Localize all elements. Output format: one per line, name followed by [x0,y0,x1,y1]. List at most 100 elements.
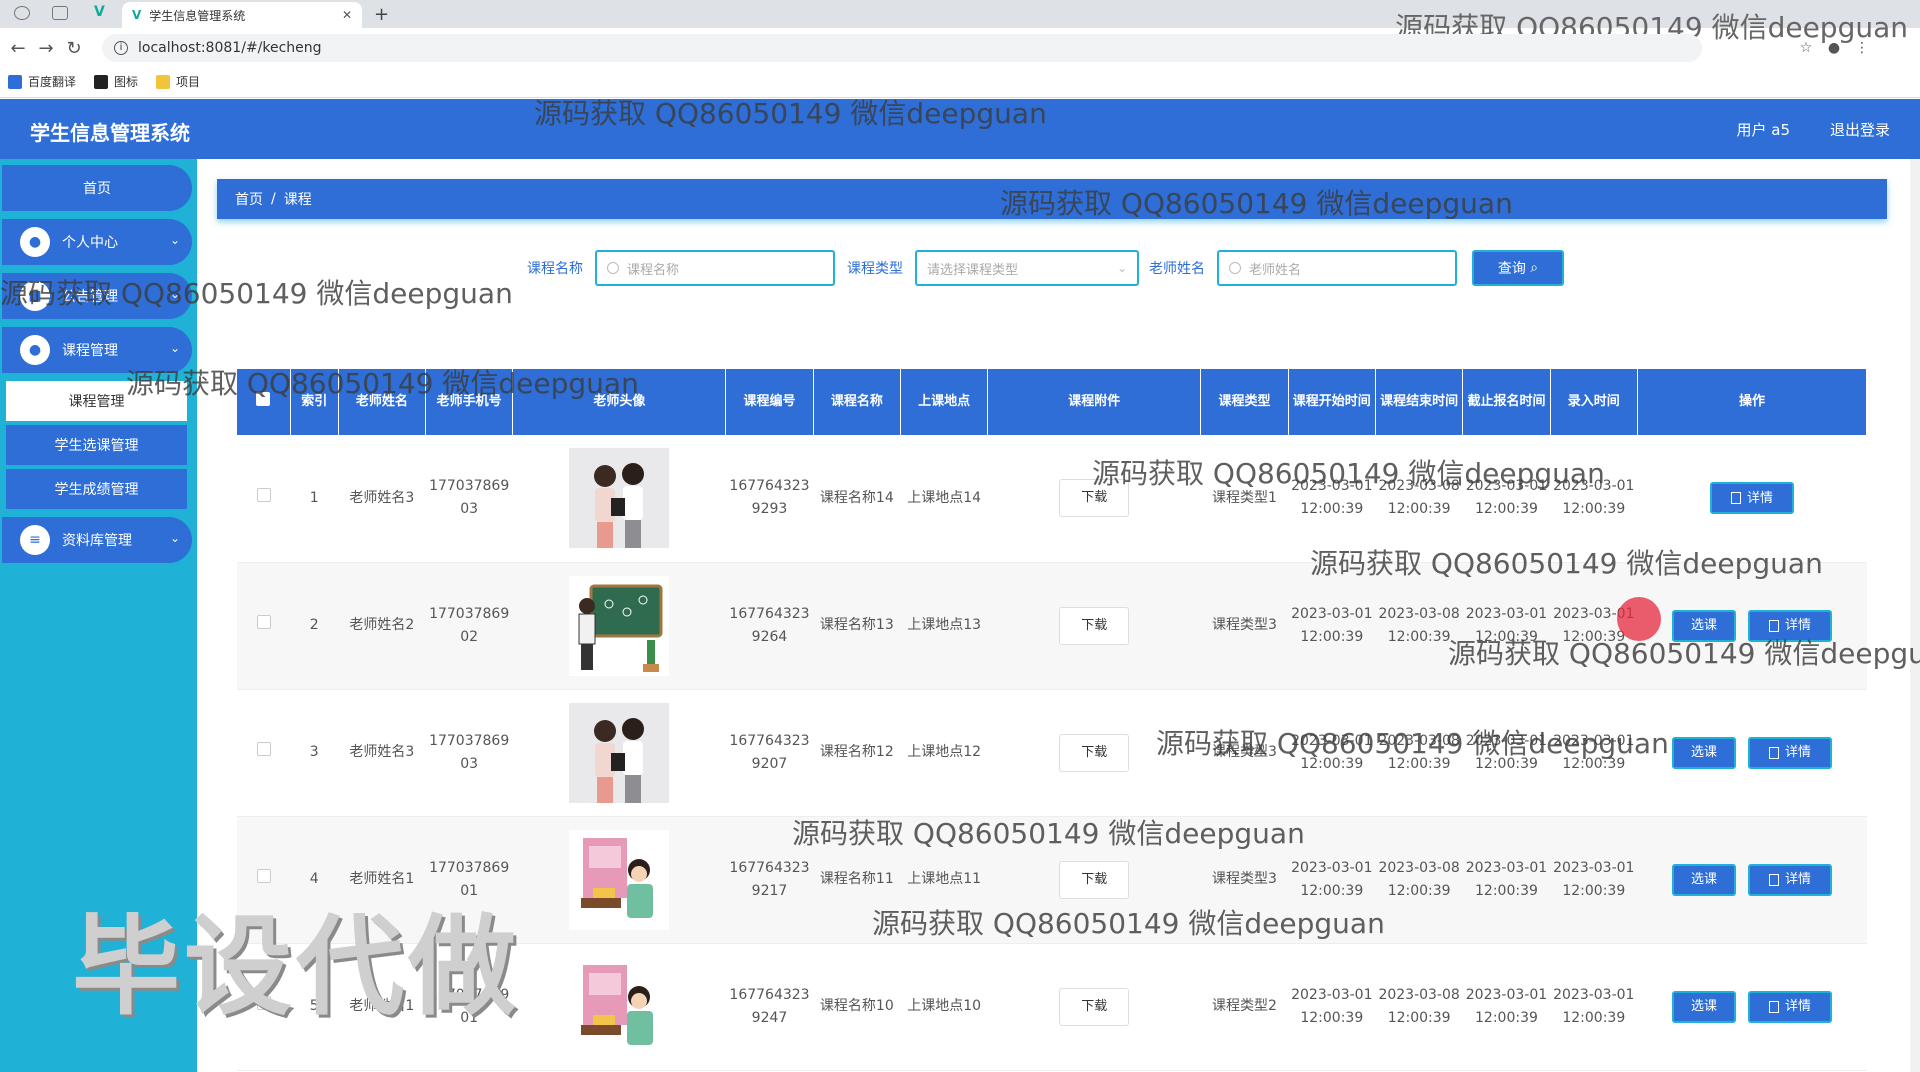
sidebar-item-personal[interactable]: ● 个人中心 ⌄ [2,219,192,265]
sidebar-item-course[interactable]: ● 课程管理 ⌄ [2,327,192,373]
search-icon [607,262,619,274]
course-type-select[interactable]: 请选择课程类型 ⌄ [915,250,1139,286]
sidebar-item-home[interactable]: 首页 [2,165,192,211]
bookmark-item[interactable]: 百度翻译 [8,73,76,90]
download-button[interactable]: 下载 [1059,860,1130,899]
detail-button[interactable]: 详情 [1747,736,1832,769]
cell-teacher-name: 老师姓名3 [338,435,426,563]
button-label: 详情 [1784,745,1811,760]
row-checkbox[interactable] [256,615,271,629]
row-select-cell [237,562,291,690]
column-header[interactable]: 课程类型 [1200,369,1289,435]
column-header[interactable]: 课程编号 [725,369,814,435]
cell-course-type: 课程类型1 [1200,435,1289,563]
button-label: 详情 [1784,999,1811,1014]
url-field[interactable]: i localhost:8081/#/kecheng [102,34,1702,62]
select-course-button[interactable]: 选课 [1671,863,1736,896]
cell-start-time: 2023-03-01 12:00:39 [1288,435,1376,563]
placeholder-text: 课程名称 [627,262,680,278]
table-row: 3 老师姓名3 17703786903 1677643239207 课程名称12 上课地点… [237,689,1867,817]
course-type-label: 课程类型 [847,261,903,277]
cell-course-name: 课程名称14 [813,435,901,563]
sidebar-item-resource[interactable]: ≡ 资料库管理 ⌄ [2,517,192,563]
profile-icon[interactable]: ● [1820,40,1848,56]
cell-operations: 选课 详情 [1637,816,1867,944]
bookmark-item[interactable]: 项目 [156,73,200,90]
download-button[interactable]: 下载 [1059,479,1130,518]
download-button[interactable]: 下载 [1059,606,1130,645]
row-checkbox[interactable] [256,742,271,756]
row-checkbox[interactable] [256,487,271,502]
cell-teacher-avatar [512,562,726,690]
button-label: 详情 [1784,872,1811,887]
select-course-button[interactable]: 选课 [1671,736,1736,769]
column-header[interactable]: 课程附件 [987,369,1202,435]
column-header[interactable]: 老师手机号 [425,369,514,435]
query-button[interactable]: 查询 ⌕ [1472,250,1564,286]
cell-start-time: 2023-03-01 12:00:39 [1288,689,1376,817]
star-bookmark-icon[interactable]: ☆ [1792,40,1820,56]
column-header[interactable]: 录入时间 [1550,369,1638,435]
cell-attachment: 下载 [987,943,1201,1071]
row-actions: 选课 详情 [1671,609,1832,642]
cell-course-code: 1677643239247 [725,943,814,1071]
button-label: 选课 [1690,745,1717,760]
column-header[interactable]: 索引 [290,369,339,435]
current-user[interactable]: 用户 a5 [1736,119,1790,140]
close-tab-icon[interactable]: ✕ [342,8,352,22]
browser-window-icon[interactable] [52,6,68,20]
back-arrow-icon[interactable]: ← [4,38,32,59]
scrollbar[interactable] [1910,159,1920,1072]
button-label: 选课 [1690,999,1717,1014]
detail-button[interactable]: 详情 [1747,990,1832,1023]
column-header[interactable]: 老师头像 [512,369,727,435]
logout-link[interactable]: 退出登录 [1830,119,1890,140]
new-tab-icon[interactable]: + [374,4,389,25]
site-info-icon[interactable]: i [114,41,128,55]
tab-favicon-icon: V [132,8,142,22]
column-header[interactable]: 课程名称 [813,369,901,435]
teacher-name-input[interactable]: 老师姓名 [1217,250,1457,286]
reload-icon[interactable]: ↻ [60,38,88,59]
column-header[interactable]: 老师姓名 [338,369,427,435]
cell-start-time: 2023-03-01 12:00:39 [1288,943,1376,1071]
breadcrumb-home[interactable]: 首页 [235,189,263,209]
sidebar-subitem-grades[interactable]: 学生成绩管理 [6,469,187,509]
course-name-input[interactable]: 课程名称 [595,250,835,286]
sidebar-item-label: 公告管理 [62,289,118,305]
cell-course-name: 课程名称10 [813,943,901,1071]
sidebar-subitem-course-selection[interactable]: 学生选课管理 [6,425,187,465]
sidebar-subitem-course-manage[interactable]: 课程管理 [6,381,187,421]
cell-course-code: 1677643239217 [725,816,814,944]
breadcrumb-separator: / [271,191,276,207]
teacher-avatar-image [513,702,726,803]
select-course-button[interactable]: 选课 [1671,609,1736,642]
browser-tab-active[interactable]: V 学生信息管理系统 ✕ [122,2,362,28]
teacher-avatar-image [513,575,726,676]
cell-attachment: 下载 [987,435,1201,563]
cell-deadline: 2023-03-01 12:00:39 [1462,435,1551,563]
column-header[interactable]: 截止报名时间 [1462,369,1551,435]
button-label: 选课 [1690,618,1717,633]
cell-created-time: 2023-03-01 12:00:39 [1550,435,1638,563]
browser-back-history-icon[interactable] [14,6,30,20]
download-button[interactable]: 下载 [1059,733,1130,772]
select-course-button[interactable]: 选课 [1671,990,1736,1023]
bookmark-item[interactable]: 图标 [94,73,138,90]
forward-arrow-icon[interactable]: → [32,38,60,59]
cell-attachment: 下载 [987,689,1201,817]
detail-button[interactable]: 详情 [1747,609,1832,642]
column-header[interactable]: 课程开始时间 [1288,369,1376,435]
more-menu-icon[interactable]: ⋮ [1848,40,1876,56]
cell-place: 上课地点10 [900,943,988,1071]
download-button[interactable]: 下载 [1059,987,1130,1026]
app-title: 学生信息管理系统 [30,121,190,145]
column-header[interactable]: 课程结束时间 [1375,369,1464,435]
column-header[interactable]: 上课地点 [900,369,989,435]
folder-icon [156,75,171,89]
sidebar-item-notice[interactable]: ■ 公告管理 ⌄ [2,273,192,319]
cell-end-time: 2023-03-08 12:00:39 [1375,816,1463,944]
detail-button[interactable]: 详情 [1747,863,1832,896]
detail-button[interactable]: 详情 [1709,482,1794,515]
select-all-checkbox[interactable] [256,391,271,406]
